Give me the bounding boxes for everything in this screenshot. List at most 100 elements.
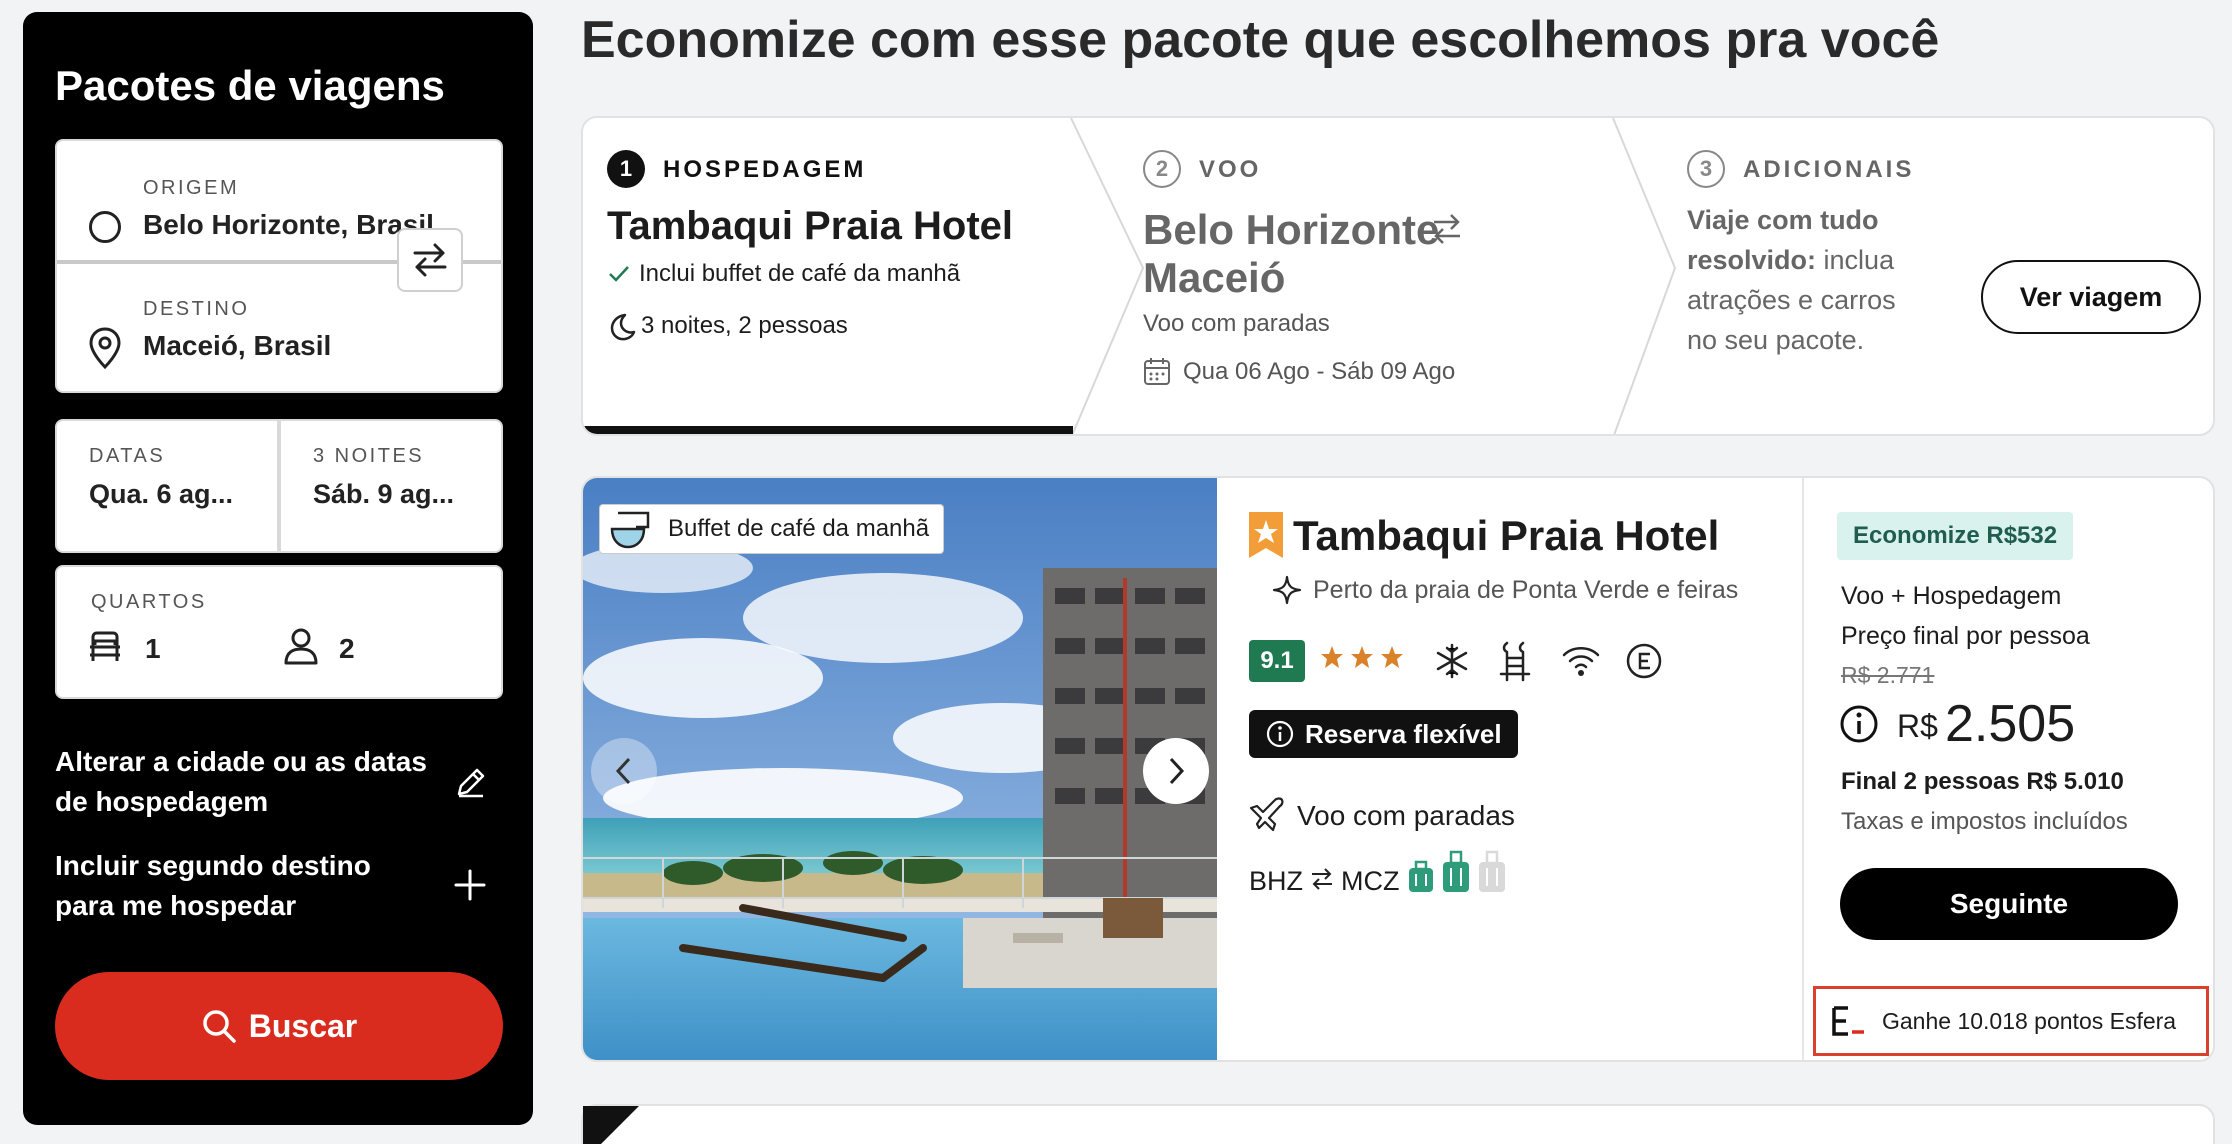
price-value: 2.505	[1945, 695, 2076, 753]
origin-label: ORIGEM	[143, 177, 240, 199]
step-breakfast: Inclui buffet de café da manhã	[639, 260, 961, 287]
pin-icon	[89, 327, 121, 370]
esfera-points-banner: Ganhe 10.018 pontos Esfera	[1813, 986, 2209, 1056]
taxes-note: Taxas e impostos incluídos	[1841, 808, 2128, 835]
luggage-icon	[1443, 850, 1469, 892]
card-corner-ribbon	[583, 1106, 639, 1144]
esfera-points-label: Ganhe 10.018 pontos Esfera	[1882, 1007, 2177, 1034]
hotel-subtitle: Perto da praia de Ponta Verde e feiras	[1313, 576, 1739, 604]
info-icon[interactable]	[1839, 704, 1879, 744]
flexible-booking-chip: Reserva flexível	[1249, 710, 1518, 758]
circle-icon	[89, 211, 121, 243]
hotel-name[interactable]: Tambaqui Praia Hotel	[1293, 512, 1719, 560]
info-icon	[1266, 720, 1294, 748]
next-photo-button[interactable]	[1143, 738, 1209, 804]
swap-arrows-icon	[1312, 868, 1332, 890]
price-currency: R$	[1897, 708, 1938, 744]
final-total: Final 2 pessoas R$ 5.010	[1841, 768, 2124, 795]
from-airport: BHZ	[1249, 866, 1303, 896]
search-button[interactable]: Buscar	[55, 972, 503, 1080]
rooms-count: 1	[145, 633, 161, 664]
step-hotel-name: Tambaqui Praia Hotel	[607, 204, 1014, 248]
price-caption: Preço final por pessoa	[1841, 622, 2090, 650]
moon-icon	[610, 313, 636, 341]
step-adicionais[interactable]: 3 ADICIONAIS Viaje com tudo resolvido: i…	[1687, 118, 1987, 426]
add-destination-link[interactable]: Incluir segundo destino para me hospedar	[55, 846, 435, 926]
step-extras-text: Viaje com tudo resolvido: inclua atraçõe…	[1687, 200, 1927, 360]
active-step-caret	[783, 432, 807, 434]
step-flight-type: Voo com paradas	[1143, 310, 1330, 337]
origin-value: Belo Horizonte, Brasil	[143, 209, 434, 240]
step-flight-origin: Belo Horizonte	[1143, 206, 1440, 253]
star-icon	[1321, 646, 1343, 668]
person-icon	[284, 628, 318, 665]
step-voo[interactable]: 2 VOO Belo Horizonte Maceió Voo com para…	[1143, 118, 1613, 426]
search-sidebar: Pacotes de viagens ORIGEM Belo Horizonte…	[23, 12, 533, 1125]
plane-icon	[1249, 797, 1284, 832]
change-city-link[interactable]: Alterar a cidade ou as datas de hospedag…	[55, 742, 435, 822]
step-flight-destination: Maceió	[1143, 254, 1286, 301]
active-step-indicator	[583, 426, 1073, 434]
luggage-icon	[1409, 860, 1433, 892]
luggage-icon	[1479, 850, 1505, 892]
chevron-left-icon	[615, 757, 631, 785]
package-type: Voo + Hospedagem	[1841, 582, 2062, 610]
savings-badge: Economize R$532	[1837, 512, 2074, 560]
step-label: HOSPEDAGEM	[663, 156, 867, 183]
hotel-star-icon	[1249, 512, 1283, 558]
luggage-allowance	[1407, 850, 1507, 894]
step-number: 2	[1143, 150, 1181, 188]
sparkle-icon	[1272, 575, 1302, 605]
next-result-card	[581, 1104, 2215, 1144]
next-button[interactable]: Seguinte	[1840, 868, 2178, 940]
people-count: 2	[339, 633, 355, 664]
package-result-card: Buffet de café da manhã Tambaqui Praia H…	[581, 476, 2215, 1062]
step-nights: 3 noites, 2 pessoas	[641, 312, 848, 339]
swap-button[interactable]	[397, 228, 463, 292]
checkin-field[interactable]: DATAS Qua. 6 ag...	[57, 421, 277, 551]
checkin-value: Qua. 6 ag...	[89, 479, 234, 509]
pool-chair-icon	[1499, 641, 1531, 682]
flight-type: Voo com paradas	[1297, 800, 1515, 831]
checkout-value: Sáb. 9 ag...	[313, 479, 455, 509]
origin-destination-card: ORIGEM Belo Horizonte, Brasil DESTINO Ma…	[55, 139, 503, 393]
calendar-icon	[1144, 358, 1170, 385]
view-trip-button[interactable]: Ver viagem	[1981, 260, 2201, 334]
wifi-icon	[1562, 647, 1600, 676]
search-icon	[203, 1010, 236, 1043]
plus-icon[interactable]	[453, 868, 487, 902]
check-icon	[609, 266, 629, 282]
sidebar-title: Pacotes de viagens	[55, 62, 445, 109]
old-price: R$ 2.771	[1841, 662, 1935, 688]
hotel-photo-carousel[interactable]: Buffet de café da manhã	[583, 478, 1217, 1060]
step-label: ADICIONAIS	[1743, 156, 1915, 183]
step-hospedagem[interactable]: 1 HOSPEDAGEM Tambaqui Praia Hotel Inclui…	[583, 118, 1073, 426]
breakfast-badge-label: Buffet de café da manhã	[668, 515, 930, 542]
dates-label: DATAS	[89, 445, 166, 467]
to-airport: MCZ	[1341, 866, 1400, 896]
card-divider	[1802, 478, 1804, 1060]
step-label: VOO	[1199, 156, 1262, 183]
prev-photo-button[interactable]	[591, 738, 657, 804]
star-rating	[1319, 644, 1405, 670]
checkout-field[interactable]: 3 NOITES Sáb. 9 ag...	[281, 421, 501, 551]
search-button-label: Buscar	[248, 1007, 358, 1044]
rooms-field[interactable]: QUARTOS 1 2	[55, 565, 503, 699]
pencil-icon[interactable]	[453, 764, 489, 800]
swap-arrows-icon	[1434, 214, 1460, 244]
step-flight-dates: Qua 06 Ago - Sáb 09 Ago	[1183, 358, 1456, 385]
hotel-photo	[583, 478, 1217, 1060]
euro-icon	[1626, 643, 1662, 679]
package-steps: 1 HOSPEDAGEM Tambaqui Praia Hotel Inclui…	[581, 116, 2215, 436]
nights-label: 3 NOITES	[313, 445, 425, 467]
coffee-icon	[610, 511, 650, 549]
star-icon	[1351, 646, 1373, 668]
step-number: 3	[1687, 150, 1725, 188]
destination-label: DESTINO	[143, 298, 250, 320]
step-number: 1	[607, 150, 645, 188]
swap-icon	[413, 243, 447, 277]
bed-icon	[90, 631, 120, 661]
page-title: Economize com esse pacote que escolhemos…	[581, 11, 1940, 69]
destination-value: Maceió, Brasil	[143, 330, 332, 361]
flexible-booking-label: Reserva flexível	[1305, 718, 1502, 749]
